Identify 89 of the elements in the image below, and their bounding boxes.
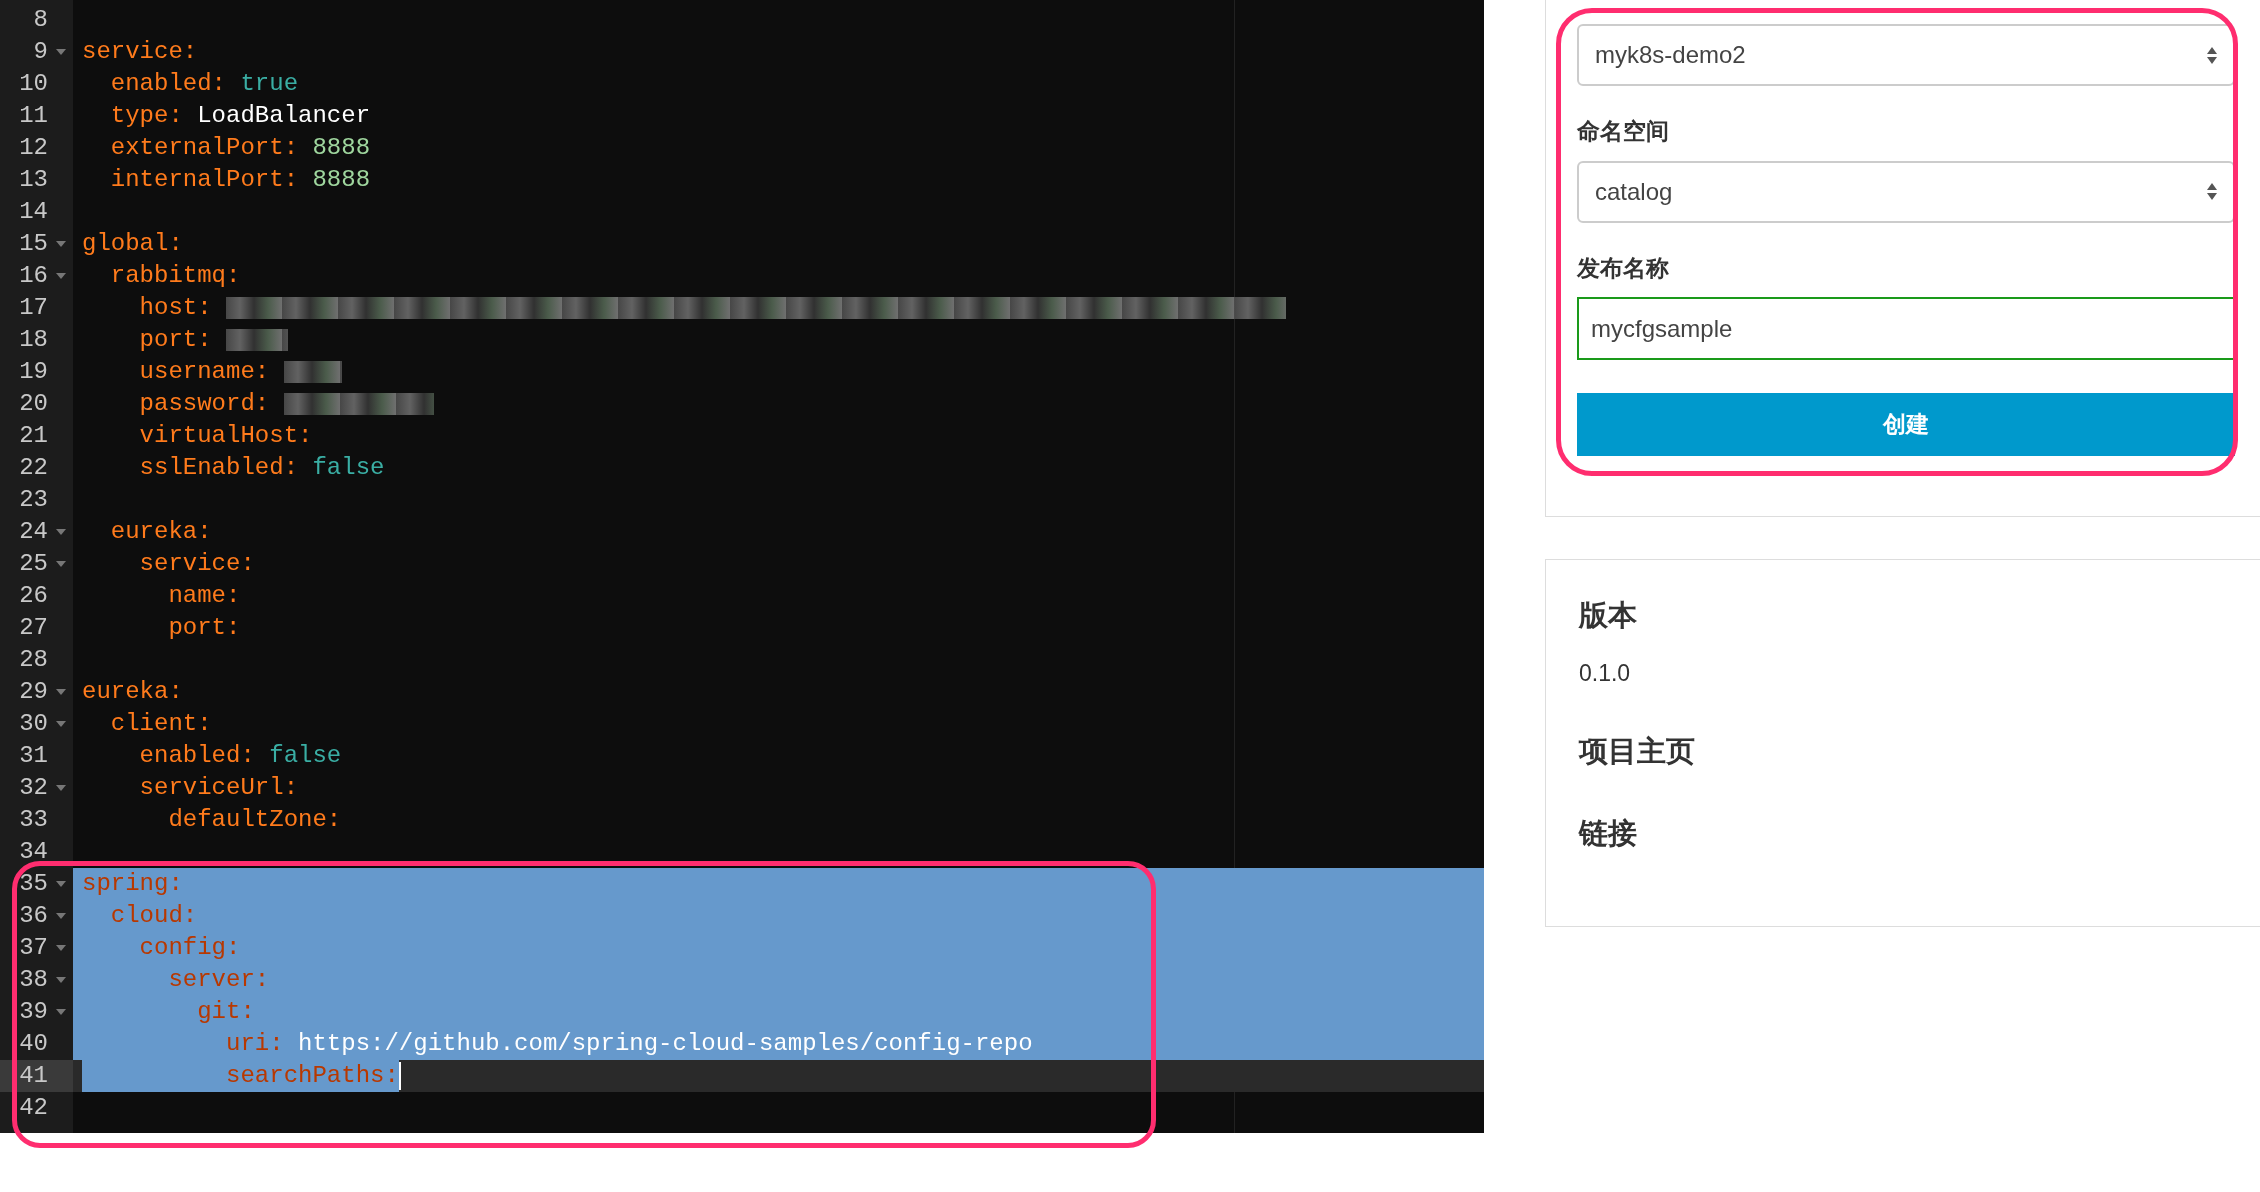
fold-arrow-icon[interactable] — [56, 561, 66, 567]
code-line: serviceUrl: — [138, 773, 299, 803]
code-line: host: — [138, 293, 213, 323]
code-line: internalPort: 8888 — [109, 165, 371, 195]
line-number: 41 — [18, 1061, 48, 1091]
code-line: uri: https://github.com/spring-cloud-samples/config-repo — [225, 1029, 1033, 1059]
cluster-select[interactable]: myk8s-demo2 — [1577, 24, 2235, 86]
line-number: 22 — [18, 453, 48, 483]
namespace-label: 命名空间 — [1577, 117, 1670, 146]
homepage-heading: 项目主页 — [1579, 734, 1696, 769]
code-line: spring: — [82, 869, 183, 899]
line-number: 21 — [18, 421, 48, 451]
code-line: server: — [167, 965, 270, 995]
code-line: port: — [138, 325, 213, 355]
text-cursor — [398, 1062, 401, 1090]
code-line: externalPort: 8888 — [109, 133, 371, 163]
code-line: enabled: true — [109, 69, 299, 99]
line-number: 14 — [18, 197, 48, 227]
code-line: client: — [109, 709, 212, 739]
line-number: 38 — [18, 965, 48, 995]
fold-arrow-icon[interactable] — [56, 241, 66, 247]
code-line: name: — [167, 581, 241, 611]
line-number: 18 — [18, 325, 48, 355]
line-number: 13 — [18, 165, 48, 195]
line-number: 20 — [18, 389, 48, 419]
line-number: 8 — [32, 5, 48, 35]
line-number: 17 — [18, 293, 48, 323]
line-number: 26 — [18, 581, 48, 611]
code-line: port: — [167, 613, 241, 643]
line-number: 9 — [32, 37, 48, 67]
code-line: password: — [138, 389, 271, 419]
line-number: 12 — [18, 133, 48, 163]
version-value: 0.1.0 — [1579, 658, 1632, 688]
fold-arrow-icon[interactable] — [56, 49, 66, 55]
fold-arrow-icon[interactable] — [56, 977, 66, 983]
code-line: eureka: — [82, 677, 183, 707]
fold-arrow-icon[interactable] — [56, 721, 66, 727]
code-line: service: — [138, 549, 255, 579]
code-line: defaultZone: — [167, 805, 342, 835]
fold-arrow-icon[interactable] — [56, 785, 66, 791]
line-number: 36 — [18, 901, 48, 931]
line-number: 15 — [18, 229, 48, 259]
code-line: type: LoadBalancer — [109, 101, 371, 131]
line-number: 29 — [18, 677, 48, 707]
line-number: 42 — [18, 1093, 48, 1123]
line-number: 10 — [18, 69, 48, 99]
line-number: 40 — [18, 1029, 48, 1059]
line-number: 34 — [18, 837, 48, 867]
code-line: global: — [82, 229, 183, 259]
line-number: 23 — [18, 485, 48, 515]
line-number: 28 — [18, 645, 48, 675]
code-line: git: — [196, 997, 255, 1027]
code-line: eureka: — [109, 517, 212, 547]
release-name-field[interactable]: mycfgsample — [1577, 297, 2235, 360]
line-number: 35 — [18, 869, 48, 899]
code-line: config: — [138, 933, 241, 963]
select-arrows-icon — [2207, 46, 2217, 64]
code-line: rabbitmq: — [109, 261, 241, 291]
code-line: sslEnabled: false — [138, 453, 385, 483]
line-number: 16 — [18, 261, 48, 291]
line-number: 19 — [18, 357, 48, 387]
version-heading: 版本 — [1579, 598, 1638, 633]
line-number: 33 — [18, 805, 48, 835]
line-number: 32 — [18, 773, 48, 803]
code-line: service: — [82, 37, 198, 67]
code-line: enabled: false — [138, 741, 342, 771]
links-heading: 链接 — [1579, 815, 1638, 851]
select-arrows-icon — [2207, 183, 2217, 200]
line-number: 11 — [18, 101, 48, 131]
fold-arrow-icon[interactable] — [56, 689, 66, 695]
fold-arrow-icon[interactable] — [56, 881, 66, 887]
line-number: 27 — [18, 613, 48, 643]
code-line: virtualHost: — [138, 421, 313, 451]
line-number: 30 — [18, 709, 48, 739]
code-editor[interactable] — [0, 0, 1484, 1133]
code-line: username: — [138, 357, 271, 387]
fold-arrow-icon[interactable] — [56, 1009, 66, 1015]
release-name-label: 发布名称 — [1577, 253, 1670, 283]
line-number: 25 — [18, 549, 48, 579]
code-line: cloud: — [109, 901, 198, 931]
line-number: 24 — [18, 517, 48, 547]
line-number: 37 — [18, 933, 48, 963]
fold-arrow-icon[interactable] — [56, 529, 66, 535]
namespace-select[interactable]: catalog — [1577, 160, 2235, 223]
fold-arrow-icon[interactable] — [56, 273, 66, 279]
line-number: 31 — [18, 741, 48, 771]
fold-arrow-icon[interactable] — [56, 945, 66, 951]
fold-arrow-icon[interactable] — [56, 913, 66, 919]
line-number: 39 — [18, 997, 48, 1027]
